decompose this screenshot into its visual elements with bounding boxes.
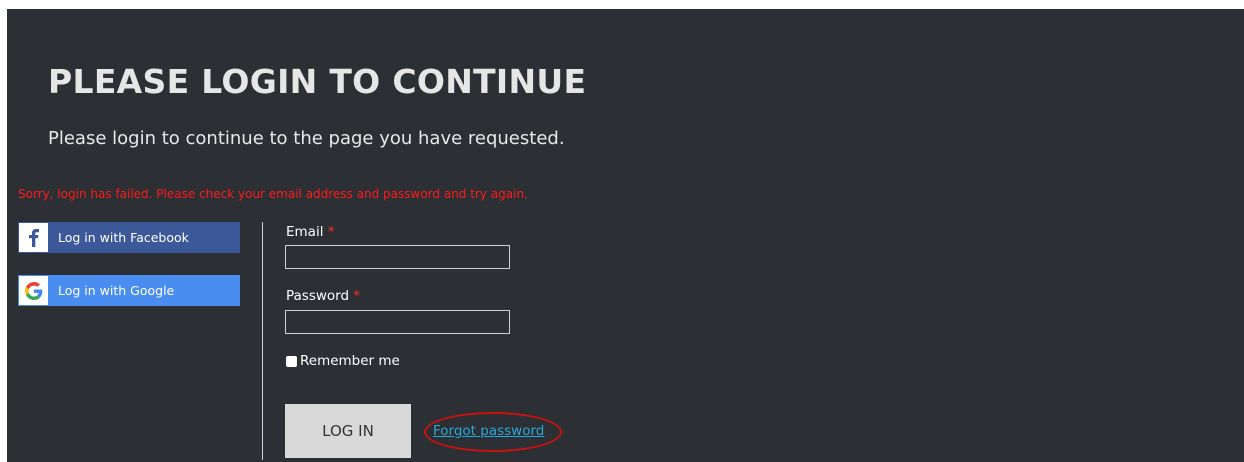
google-icon — [19, 276, 48, 305]
page-subtitle: Please login to continue to the page you… — [48, 128, 565, 149]
google-login-label: Log in with Google — [58, 283, 175, 298]
remember-me-label: Remember me — [300, 353, 400, 369]
login-button[interactable]: LOG IN — [285, 404, 411, 458]
highlight-ellipse — [424, 412, 562, 452]
password-label: Password * — [286, 288, 360, 304]
google-login-button[interactable]: Log in with Google — [18, 275, 240, 306]
password-label-text: Password — [286, 288, 350, 304]
email-field[interactable] — [285, 245, 510, 269]
remember-me-row[interactable]: Remember me — [286, 353, 400, 369]
facebook-login-label: Log in with Facebook — [58, 230, 189, 245]
email-label-text: Email — [286, 224, 324, 240]
remember-me-checkbox[interactable] — [286, 355, 297, 367]
email-label: Email * — [286, 224, 335, 240]
facebook-login-button[interactable]: Log in with Facebook — [18, 222, 240, 253]
facebook-icon — [19, 223, 48, 252]
page-title: PLEASE LOGIN TO CONTINUE — [48, 62, 587, 101]
password-required-marker: * — [353, 288, 361, 304]
email-required-marker: * — [327, 224, 335, 240]
error-message: Sorry, login has failed. Please check yo… — [18, 187, 528, 201]
password-field[interactable] — [285, 310, 510, 334]
vertical-divider — [262, 222, 263, 460]
